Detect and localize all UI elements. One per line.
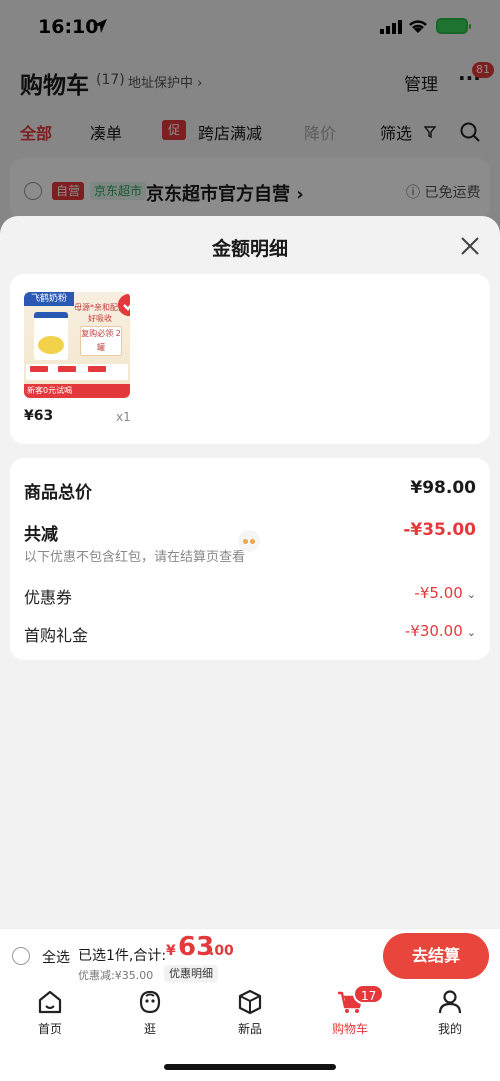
tab-me[interactable]: 我的: [415, 988, 485, 1040]
home-icon: [38, 990, 62, 1014]
face-icon: [139, 990, 161, 1014]
product-image[interactable]: 飞鹤奶粉 母源*亲和配方 好吸收 复购必领 2罐 新客0元试喝: [24, 292, 130, 398]
product-promo-box: 复购必领 2罐: [80, 326, 122, 356]
select-all-radio[interactable]: [12, 947, 30, 965]
discount-note: 以下优惠不包含红包，请在结算页查看: [24, 550, 246, 565]
chevron-down-icon: ⌄: [466, 626, 476, 639]
total-price-decimal: .00: [209, 943, 234, 959]
total-row: 商品总价 ¥98.00: [24, 478, 476, 503]
discount-detail-button[interactable]: 优惠明细: [164, 965, 218, 982]
coupon-value: -¥5.00: [414, 584, 463, 602]
can-label-graphic: [38, 336, 64, 354]
sheet-title: 金额明细: [211, 238, 288, 260]
total-value: ¥98.00: [410, 478, 476, 498]
tab-cart[interactable]: 17 购物车: [315, 984, 385, 1040]
total-label: 商品总价: [24, 483, 92, 503]
reduce-value: -¥35.00: [403, 520, 476, 540]
first-buy-row[interactable]: 首购礼金 -¥30.00 ⌄: [24, 622, 476, 646]
tab-new[interactable]: 新品: [215, 988, 285, 1040]
product-brand: 飞鹤奶粉: [24, 292, 74, 306]
product-quantity: x1: [116, 410, 131, 424]
user-icon: [438, 990, 462, 1014]
selected-total-label: 已选1件,合计:: [78, 948, 167, 964]
coupon-row[interactable]: 优惠券 -¥5.00 ⌄: [24, 584, 476, 608]
product-price: ¥63: [24, 408, 54, 424]
discount-amount: 优惠减:¥35.00: [78, 969, 154, 982]
price-breakdown-card: 商品总价 ¥98.00 共减 -¥35.00 以下优惠不包含红包，请在结算页查看…: [10, 458, 490, 660]
currency-symbol: ¥: [166, 943, 176, 959]
coupon-value-wrap[interactable]: -¥5.00 ⌄: [414, 584, 476, 602]
tab-stroll-label: 逛: [143, 1022, 156, 1036]
product-bottom-bar: 新客0元试喝: [24, 384, 130, 398]
home-indicator: [164, 1064, 336, 1070]
tab-stroll[interactable]: 逛: [115, 988, 185, 1040]
tab-cart-label: 购物车: [331, 1022, 368, 1036]
tab-me-label: 我的: [437, 1022, 462, 1036]
first-buy-label: 首购礼金: [24, 626, 89, 645]
product-card: 飞鹤奶粉 母源*亲和配方 好吸收 复购必领 2罐 新客0元试喝 ¥63 x1: [10, 274, 490, 444]
cart-badge: 17: [353, 984, 385, 1004]
first-buy-value-wrap[interactable]: -¥30.00 ⌄: [405, 622, 476, 640]
coupon-label: 优惠券: [24, 588, 73, 607]
chevron-down-icon: ⌄: [466, 588, 476, 601]
product-promo-strip: [26, 364, 128, 380]
settlement-bar: 全选 已选1件,合计: ¥ 63 .00 优惠减:¥35.00 优惠明细 去结算: [0, 928, 500, 982]
tab-home[interactable]: 首页: [15, 988, 85, 1040]
reduce-label: 共减: [24, 525, 58, 545]
close-icon[interactable]: [460, 236, 480, 256]
select-all-label[interactable]: 全选: [42, 947, 70, 967]
amount-detail-sheet: 金额明细 飞鹤奶粉 母源*亲和配方 好吸收 复购必领 2罐 新客0元试喝 ¥63…: [0, 216, 500, 928]
first-buy-value: -¥30.00: [404, 622, 463, 640]
tab-new-label: 新品: [237, 1022, 262, 1036]
box-icon: [238, 989, 262, 1015]
tab-home-label: 首页: [37, 1022, 62, 1036]
checkout-button[interactable]: 去结算: [383, 933, 489, 979]
